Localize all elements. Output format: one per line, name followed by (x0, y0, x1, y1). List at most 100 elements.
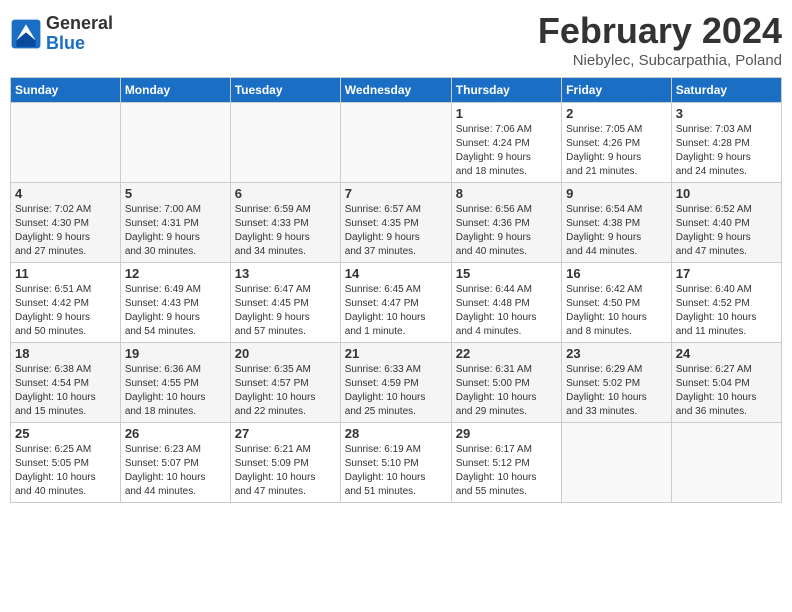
day-number: 27 (235, 426, 336, 441)
day-number: 11 (15, 266, 116, 281)
calendar-cell: 9 Sunrise: 6:54 AMSunset: 4:38 PMDaylight… (562, 183, 672, 263)
calendar-cell: 6Sunrise: 6:59 AMSunset: 4:33 PMDaylight… (230, 183, 340, 263)
day-number: 28 (345, 426, 447, 441)
day-number: 1 (456, 106, 557, 121)
calendar-cell (11, 103, 121, 183)
day-info: Sunrise: 6:51 AMSunset: 4:42 PMDaylight:… (15, 283, 116, 339)
day-info: Sunrise: 6:36 AMSunset: 4:55 PMDaylight:… (125, 363, 226, 419)
calendar-cell: 10 Sunrise: 6:52 AMSunset: 4:40 PMDayligh… (671, 183, 781, 263)
calendar-cell: 5Sunrise: 7:00 AMSunset: 4:31 PMDaylight… (120, 183, 230, 263)
calendar-cell: 22 Sunrise: 6:31 AMSunset: 5:00 PMDayligh… (451, 343, 561, 423)
week-row-3: 11 Sunrise: 6:51 AMSunset: 4:42 PMDayligh… (11, 263, 782, 343)
calendar-cell: 26 Sunrise: 6:23 AMSunset: 5:07 PMDayligh… (120, 423, 230, 503)
calendar-cell: 25 Sunrise: 6:25 AMSunset: 5:05 PMDayligh… (11, 423, 121, 503)
day-info: Sunrise: 6:33 AMSunset: 4:59 PMDaylight:… (345, 363, 447, 419)
day-info: Sunrise: 7:05 AMSunset: 4:26 PMDaylight:… (566, 123, 667, 179)
calendar-cell (562, 423, 672, 503)
calendar-cell: 19 Sunrise: 6:36 AMSunset: 4:55 PMDayligh… (120, 343, 230, 423)
subtitle: Niebylec, Subcarpathia, Poland (538, 52, 782, 69)
day-info: Sunrise: 6:38 AMSunset: 4:54 PMDaylight:… (15, 363, 116, 419)
calendar-cell: 17 Sunrise: 6:40 AMSunset: 4:52 PMDayligh… (671, 263, 781, 343)
calendar-cell: 12Sunrise: 6:49 AMSunset: 4:43 PMDayligh… (120, 263, 230, 343)
calendar-cell: 27 Sunrise: 6:21 AMSunset: 5:09 PMDayligh… (230, 423, 340, 503)
calendar-cell: 3 Sunrise: 7:03 AMSunset: 4:28 PMDaylight… (671, 103, 781, 183)
day-number: 4 (15, 186, 116, 201)
week-row-1: 1 Sunrise: 7:06 AMSunset: 4:24 PMDaylight… (11, 103, 782, 183)
day-number: 2 (566, 106, 667, 121)
day-number: 9 (566, 186, 667, 201)
day-info: Sunrise: 6:31 AMSunset: 5:00 PMDaylight:… (456, 363, 557, 419)
day-info: Sunrise: 6:42 AMSunset: 4:50 PMDaylight:… (566, 283, 667, 339)
day-info: Sunrise: 6:27 AMSunset: 5:04 PMDaylight:… (676, 363, 777, 419)
day-info: Sunrise: 6:23 AMSunset: 5:07 PMDaylight:… (125, 443, 226, 499)
day-number: 22 (456, 346, 557, 361)
day-number: 26 (125, 426, 226, 441)
calendar-cell: 15Sunrise: 6:44 AMSunset: 4:48 PMDayligh… (451, 263, 561, 343)
logo-general: General (46, 14, 113, 34)
day-number: 29 (456, 426, 557, 441)
day-header-wednesday: Wednesday (340, 78, 451, 103)
day-info: Sunrise: 6:29 AMSunset: 5:02 PMDaylight:… (566, 363, 667, 419)
calendar-table: SundayMondayTuesdayWednesdayThursdayFrid… (10, 77, 782, 503)
logo-text: General Blue (46, 14, 113, 54)
logo: General Blue (10, 14, 113, 54)
day-info: Sunrise: 6:25 AMSunset: 5:05 PMDaylight:… (15, 443, 116, 499)
day-info: Sunrise: 7:02 AMSunset: 4:30 PMDaylight:… (15, 203, 116, 259)
calendar-cell: 29 Sunrise: 6:17 AMSunset: 5:12 PMDayligh… (451, 423, 561, 503)
calendar-cell: 18 Sunrise: 6:38 AMSunset: 4:54 PMDayligh… (11, 343, 121, 423)
calendar-cell: 2 Sunrise: 7:05 AMSunset: 4:26 PMDaylight… (562, 103, 672, 183)
day-number: 7 (345, 186, 447, 201)
day-info: Sunrise: 6:17 AMSunset: 5:12 PMDaylight:… (456, 443, 557, 499)
day-info: Sunrise: 7:03 AMSunset: 4:28 PMDaylight:… (676, 123, 777, 179)
calendar-cell (120, 103, 230, 183)
day-info: Sunrise: 6:19 AMSunset: 5:10 PMDaylight:… (345, 443, 447, 499)
calendar-cell (671, 423, 781, 503)
days-header-row: SundayMondayTuesdayWednesdayThursdayFrid… (11, 78, 782, 103)
day-number: 18 (15, 346, 116, 361)
calendar-cell: 24 Sunrise: 6:27 AMSunset: 5:04 PMDayligh… (671, 343, 781, 423)
day-number: 16 (566, 266, 667, 281)
week-row-5: 25 Sunrise: 6:25 AMSunset: 5:05 PMDayligh… (11, 423, 782, 503)
calendar-cell: 23Sunrise: 6:29 AMSunset: 5:02 PMDayligh… (562, 343, 672, 423)
day-info: Sunrise: 6:54 AMSunset: 4:38 PMDaylight:… (566, 203, 667, 259)
day-number: 8 (456, 186, 557, 201)
calendar-cell: 8 Sunrise: 6:56 AMSunset: 4:36 PMDaylight… (451, 183, 561, 263)
day-number: 15 (456, 266, 557, 281)
day-header-saturday: Saturday (671, 78, 781, 103)
day-header-tuesday: Tuesday (230, 78, 340, 103)
calendar-cell: 16 Sunrise: 6:42 AMSunset: 4:50 PMDayligh… (562, 263, 672, 343)
calendar-cell: 14Sunrise: 6:45 AMSunset: 4:47 PMDayligh… (340, 263, 451, 343)
calendar-cell: 20 Sunrise: 6:35 AMSunset: 4:57 PMDayligh… (230, 343, 340, 423)
day-info: Sunrise: 6:57 AMSunset: 4:35 PMDaylight:… (345, 203, 447, 259)
day-number: 3 (676, 106, 777, 121)
day-header-thursday: Thursday (451, 78, 561, 103)
day-number: 17 (676, 266, 777, 281)
day-info: Sunrise: 6:21 AMSunset: 5:09 PMDaylight:… (235, 443, 336, 499)
logo-blue: Blue (46, 34, 113, 54)
calendar-cell: 21 Sunrise: 6:33 AMSunset: 4:59 PMDayligh… (340, 343, 451, 423)
day-header-monday: Monday (120, 78, 230, 103)
calendar-cell (230, 103, 340, 183)
day-info: Sunrise: 6:40 AMSunset: 4:52 PMDaylight:… (676, 283, 777, 339)
page-header: General Blue February 2024 Niebylec, Sub… (10, 10, 782, 69)
day-header-friday: Friday (562, 78, 672, 103)
day-number: 20 (235, 346, 336, 361)
day-number: 21 (345, 346, 447, 361)
day-number: 19 (125, 346, 226, 361)
day-info: Sunrise: 6:52 AMSunset: 4:40 PMDaylight:… (676, 203, 777, 259)
week-row-2: 4 Sunrise: 7:02 AMSunset: 4:30 PMDaylight… (11, 183, 782, 263)
day-number: 10 (676, 186, 777, 201)
day-info: Sunrise: 7:06 AMSunset: 4:24 PMDaylight:… (456, 123, 557, 179)
calendar-cell: 28 Sunrise: 6:19 AMSunset: 5:10 PMDayligh… (340, 423, 451, 503)
day-number: 12 (125, 266, 226, 281)
calendar-cell: 7 Sunrise: 6:57 AMSunset: 4:35 PMDaylight… (340, 183, 451, 263)
day-number: 14 (345, 266, 447, 281)
day-info: Sunrise: 6:56 AMSunset: 4:36 PMDaylight:… (456, 203, 557, 259)
day-info: Sunrise: 6:35 AMSunset: 4:57 PMDaylight:… (235, 363, 336, 419)
month-title: February 2024 (538, 10, 782, 52)
week-row-4: 18 Sunrise: 6:38 AMSunset: 4:54 PMDayligh… (11, 343, 782, 423)
day-info: Sunrise: 7:00 AMSunset: 4:31 PMDaylight:… (125, 203, 226, 259)
day-number: 24 (676, 346, 777, 361)
calendar-cell: 1 Sunrise: 7:06 AMSunset: 4:24 PMDaylight… (451, 103, 561, 183)
day-number: 25 (15, 426, 116, 441)
